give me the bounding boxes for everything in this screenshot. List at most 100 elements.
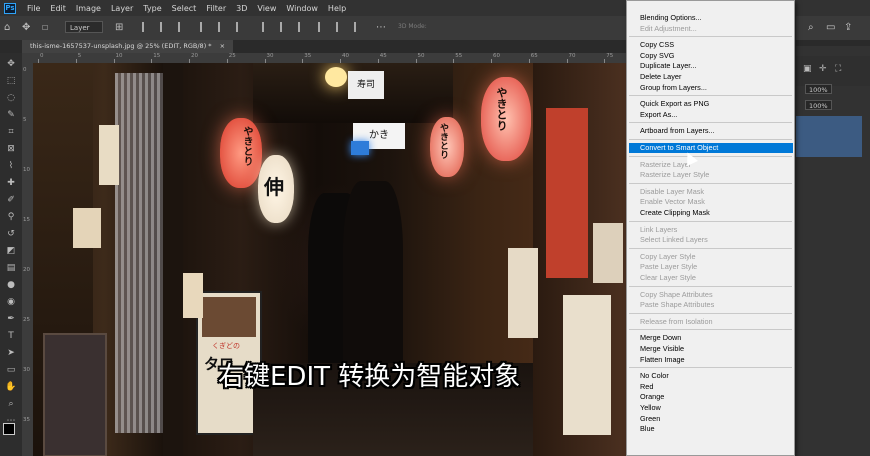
menu-separator	[629, 182, 792, 184]
menu-item-artboard-from-layers[interactable]: Artboard from Layers...	[640, 126, 715, 136]
distribute-left-icon[interactable]	[318, 22, 330, 32]
menu-item-red[interactable]: Red	[640, 382, 653, 392]
dodge-tool-icon[interactable]: ◉	[5, 297, 17, 307]
more-options-icon[interactable]: ⋯	[376, 22, 386, 33]
gradient-tool-icon[interactable]: ▤	[5, 263, 17, 273]
menu-item-copy-svg[interactable]: Copy SVG	[640, 51, 674, 61]
brush-tool-icon[interactable]: ✐	[5, 195, 17, 205]
align-bottom-icon[interactable]	[236, 22, 248, 32]
chalkboard	[43, 333, 107, 456]
menu-select[interactable]: Select	[167, 4, 202, 13]
distribute-top-icon[interactable]	[262, 22, 274, 32]
menu-item-merge-down[interactable]: Merge Down	[640, 333, 681, 343]
align-left-icon[interactable]	[142, 22, 154, 32]
search-icon[interactable]: ⌕	[808, 22, 814, 33]
menu-item-blending-options[interactable]: Blending Options...	[640, 13, 702, 23]
layer-context-menu: Blending Options... Edit Adjustment... Cop…	[626, 0, 795, 456]
move-tool-icon[interactable]: ✥	[5, 59, 17, 69]
healing-brush-tool-icon[interactable]: ✚	[5, 178, 17, 188]
ruler-tick-label: 75	[606, 53, 614, 59]
quick-selection-tool-icon[interactable]: ✎	[5, 110, 17, 120]
hand-tool-icon[interactable]: ✋	[5, 382, 17, 392]
menu-item-blue[interactable]: Blue	[640, 424, 655, 434]
menu-item-delete-layer[interactable]: Delete Layer	[640, 72, 681, 82]
panel-divider	[796, 40, 870, 46]
menu-separator	[629, 285, 792, 287]
clone-stamp-tool-icon[interactable]: ⚲	[5, 212, 17, 222]
path-selection-tool-icon[interactable]: ➤	[5, 348, 17, 358]
document-canvas[interactable]: やきとり 伸 やきとり やきとり 寿司 かき くぎどの タロ 右键EDIT 转换…	[33, 63, 626, 456]
menu-item-no-color[interactable]: No Color	[640, 371, 669, 381]
crop-tool-icon[interactable]: ⌗	[5, 127, 17, 137]
white-lantern: 伸	[258, 155, 294, 223]
menu-item-convert-to-smart-object[interactable]: Convert to Smart Object	[640, 143, 718, 153]
document-tab[interactable]: this-isme-1657537-unsplash.jpg @ 25% (ED…	[22, 40, 234, 53]
workspace-icon[interactable]: ▭	[826, 22, 835, 33]
align-top-icon[interactable]	[200, 22, 212, 32]
pen-tool-icon[interactable]: ✒	[5, 314, 17, 324]
menu-layer[interactable]: Layer	[106, 4, 138, 13]
menu-item-group-from-layers[interactable]: Group from Layers...	[640, 83, 707, 93]
lock-all-icon[interactable]: ⛶	[835, 64, 841, 74]
food-photo	[202, 297, 256, 337]
lasso-tool-icon[interactable]: ◌	[5, 93, 17, 103]
distribute-right-icon[interactable]	[354, 22, 366, 32]
transform-controls-icon[interactable]: ⊞	[115, 22, 123, 33]
menu-item-clear-layer-style: Clear Layer Style	[640, 273, 696, 282]
history-brush-tool-icon[interactable]: ↺	[5, 229, 17, 239]
menu-item-create-clipping-mask[interactable]: Create Clipping Mask	[640, 208, 710, 218]
menu-filter[interactable]: Filter	[201, 4, 231, 13]
menu-item-export-as[interactable]: Export As...	[640, 110, 677, 120]
eyedropper-tool-icon[interactable]: ⌇	[5, 161, 17, 171]
share-icon[interactable]: ⇪	[844, 22, 852, 33]
auto-select-target-dropdown[interactable]: Layer	[65, 21, 103, 33]
menu-item-duplicate-layer[interactable]: Duplicate Layer...	[640, 61, 696, 71]
shop-sign: 寿司	[348, 71, 384, 99]
home-icon[interactable]: ⌂	[4, 22, 10, 33]
hanging-sign	[99, 125, 119, 185]
align-middle-icon[interactable]	[218, 22, 230, 32]
blur-tool-icon[interactable]: ●	[5, 280, 17, 290]
menu-view[interactable]: View	[252, 4, 281, 13]
menu-help[interactable]: Help	[323, 4, 351, 13]
zoom-tool-icon[interactable]: ⌕	[5, 399, 17, 409]
menu-separator	[629, 139, 792, 140]
menu-type[interactable]: Type	[138, 4, 166, 13]
tools-panel: ✥ ⬚ ◌ ✎ ⌗ ⊠ ⌇ ✚ ✐ ⚲ ↺ ◩ ▤ ● ◉ ✒ T ➤ ▭ ✋ …	[0, 53, 23, 456]
lock-position-icon[interactable]: ✛	[819, 64, 827, 74]
menu-item-flatten-image[interactable]: Flatten Image	[640, 355, 685, 365]
distribute-middle-icon[interactable]	[280, 22, 292, 32]
photoshop-logo-icon: Ps	[4, 2, 16, 14]
ruler-tick-label: 0	[23, 67, 27, 73]
menu-file[interactable]: File	[22, 4, 45, 13]
foreground-color-swatch[interactable]	[3, 423, 15, 435]
ruler-tick-label: 55	[455, 53, 463, 59]
auto-select-checkbox[interactable]: ☐	[42, 24, 48, 32]
distribute-bottom-icon[interactable]	[298, 22, 310, 32]
menu-item-yellow[interactable]: Yellow	[640, 403, 661, 413]
menu-item-quick-export-as-png[interactable]: Quick Export as PNG	[640, 99, 709, 109]
rectangle-tool-icon[interactable]: ▭	[5, 365, 17, 375]
distribute-center-icon[interactable]	[336, 22, 348, 32]
menu-image[interactable]: Image	[71, 4, 106, 13]
align-right-icon[interactable]	[178, 22, 190, 32]
fill-field[interactable]: 100%	[805, 100, 832, 110]
close-tab-icon[interactable]: ×	[220, 42, 225, 50]
frame-tool-icon[interactable]: ⊠	[5, 144, 17, 154]
lock-pixels-icon[interactable]: ▣	[803, 64, 812, 74]
move-tool-icon[interactable]: ✥	[22, 22, 30, 33]
opacity-field[interactable]: 100%	[805, 84, 832, 94]
lantern-text: やきとり	[495, 87, 508, 131]
menu-edit[interactable]: Edit	[45, 4, 71, 13]
menu-window[interactable]: Window	[281, 4, 323, 13]
menu-item-copy-css[interactable]: Copy CSS	[640, 40, 674, 50]
menu-item-merge-visible[interactable]: Merge Visible	[640, 344, 684, 354]
align-center-icon[interactable]	[160, 22, 172, 32]
menu-item-green[interactable]: Green	[640, 414, 660, 424]
eraser-tool-icon[interactable]: ◩	[5, 246, 17, 256]
type-tool-icon[interactable]: T	[5, 331, 17, 341]
marquee-tool-icon[interactable]: ⬚	[5, 76, 17, 86]
menu-3d[interactable]: 3D	[231, 4, 252, 13]
menu-item-orange[interactable]: Orange	[640, 392, 664, 402]
selected-layer-row[interactable]	[796, 116, 862, 157]
